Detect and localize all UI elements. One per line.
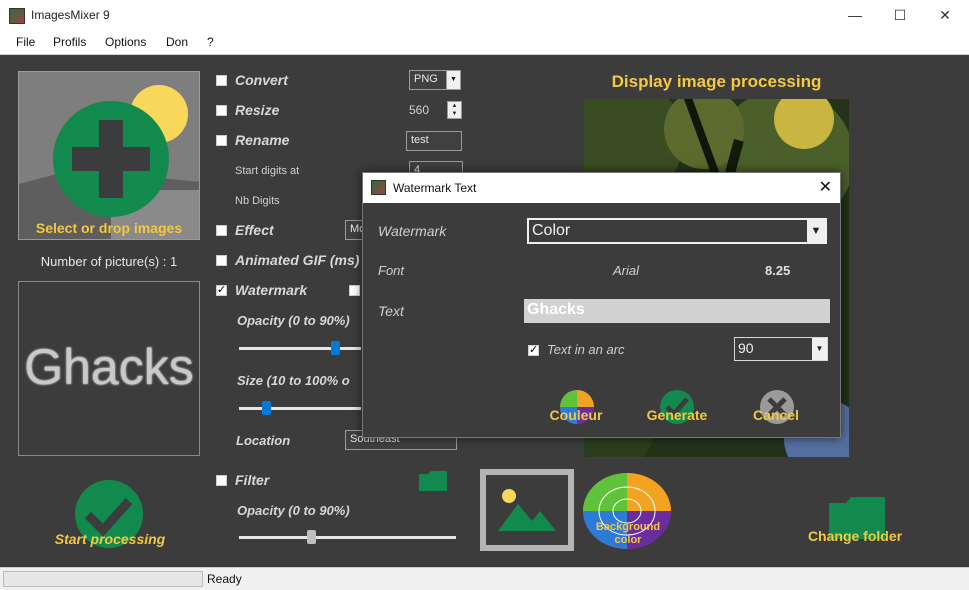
gif-label: Animated GIF (ms) <box>235 252 360 268</box>
background-label: Background <box>595 521 661 533</box>
menu-bar: File Profils Options Don ? <box>0 31 969 55</box>
couleur-button[interactable]: Couleur <box>543 407 609 423</box>
watermark-label: Watermark <box>235 282 308 298</box>
watermark-option-checkbox[interactable] <box>349 285 360 296</box>
dialog-close-button[interactable]: ✕ <box>819 177 832 197</box>
font-name[interactable]: Arial <box>613 263 639 278</box>
opacity-slider[interactable] <box>239 347 361 350</box>
location-label: Location <box>236 433 291 448</box>
menu-profils[interactable]: Profils <box>53 35 86 49</box>
start-processing-button[interactable]: Start processing <box>40 531 180 547</box>
nb-digits-label: Nb Digits <box>235 195 280 207</box>
picture-count: Number of picture(s) : 1 <box>40 254 178 269</box>
status-bar: Ready <box>0 567 969 590</box>
resize-checkbox[interactable] <box>216 105 227 116</box>
status-text: Ready <box>207 572 242 586</box>
menu-help[interactable]: ? <box>207 35 214 49</box>
title-bar: ImagesMixer 9 — ☐ ✕ <box>0 0 969 31</box>
dialog-app-icon <box>371 180 386 195</box>
display-title: Display image processing <box>611 72 822 91</box>
progress-bar <box>3 571 203 587</box>
image-placeholder-icon[interactable] <box>480 469 574 551</box>
effect-checkbox[interactable] <box>216 225 227 236</box>
rename-label: Rename <box>235 132 290 148</box>
chevron-down-icon: ▼ <box>812 338 827 360</box>
drop-label: Select or drop images <box>35 220 183 236</box>
convert-label: Convert <box>235 72 288 88</box>
app-icon <box>9 8 25 24</box>
filter-checkbox[interactable] <box>216 475 227 486</box>
arc-degree-value: 90 <box>738 340 754 356</box>
menu-options[interactable]: Options <box>105 35 146 49</box>
gif-checkbox[interactable] <box>216 255 227 266</box>
filter-opacity-thumb[interactable] <box>307 530 316 544</box>
resize-stepper[interactable]: ▲ ▼ <box>447 101 462 119</box>
resize-label: Resize <box>235 102 280 118</box>
watermark-type-value: Color <box>532 222 571 239</box>
window-title: ImagesMixer 9 <box>31 8 110 22</box>
generate-button[interactable]: Generate <box>639 407 715 423</box>
add-image-icon <box>19 72 199 239</box>
chevron-down-icon: ▼ <box>807 220 825 242</box>
filter-opacity-slider[interactable] <box>239 536 456 539</box>
watermark-checkbox[interactable] <box>216 283 227 296</box>
size-label: Size (10 to 100% o <box>237 373 350 388</box>
menu-don[interactable]: Don <box>166 35 188 49</box>
text-arc-checkbox[interactable] <box>528 343 539 356</box>
close-button[interactable]: ✕ <box>922 0 968 31</box>
font-label: Font <box>378 263 405 278</box>
convert-format-value: PNG <box>414 73 438 85</box>
filter-opacity-label: Opacity (0 to 90%) <box>237 503 350 518</box>
watermark-text-dialog: Watermark Text ✕ Watermark Color ▼ Font … <box>362 172 841 438</box>
dialog-title: Watermark Text <box>393 181 477 195</box>
rename-input[interactable]: test <box>406 131 462 151</box>
font-size[interactable]: 8.25 <box>765 263 790 278</box>
convert-format-select[interactable]: PNG ▼ <box>409 70 461 90</box>
watermark-text-input[interactable]: Ghacks <box>524 299 830 323</box>
size-slider-thumb[interactable] <box>262 401 271 415</box>
dialog-title-bar: Watermark Text ✕ <box>363 173 840 203</box>
chevron-down-icon: ▼ <box>446 71 460 89</box>
convert-checkbox[interactable] <box>216 75 227 86</box>
effect-label: Effect <box>235 222 274 238</box>
resize-value[interactable]: 560 <box>409 103 429 117</box>
rename-checkbox[interactable] <box>216 135 227 146</box>
preview-text: Ghacks <box>24 339 194 395</box>
cancel-button[interactable]: Cancel <box>743 407 809 423</box>
menu-file[interactable]: File <box>16 35 35 49</box>
background-label-2: color <box>614 534 642 546</box>
filter-folder-icon[interactable] <box>418 470 448 492</box>
watermark-type-label: Watermark <box>378 223 447 239</box>
opacity-label: Opacity (0 to 90%) <box>237 313 350 328</box>
arc-degree-select[interactable]: 90 ▼ <box>734 337 828 361</box>
size-slider[interactable] <box>239 407 361 410</box>
opacity-slider-thumb[interactable] <box>331 341 340 355</box>
start-digits-label: Start digits at <box>235 165 300 177</box>
image-drop-zone[interactable]: Select or drop images <box>18 71 200 240</box>
filter-label: Filter <box>235 472 270 488</box>
change-folder-button[interactable]: Change folder <box>800 528 910 544</box>
text-arc-label: Text in an arc <box>547 342 625 357</box>
watermark-type-select[interactable]: Color ▼ <box>527 218 827 244</box>
minimize-button[interactable]: — <box>832 0 878 31</box>
text-label: Text <box>378 303 404 319</box>
background-color-button[interactable]: Background color <box>585 521 671 547</box>
maximize-button[interactable]: ☐ <box>877 0 923 31</box>
watermark-preview: Ghacks <box>18 281 200 456</box>
